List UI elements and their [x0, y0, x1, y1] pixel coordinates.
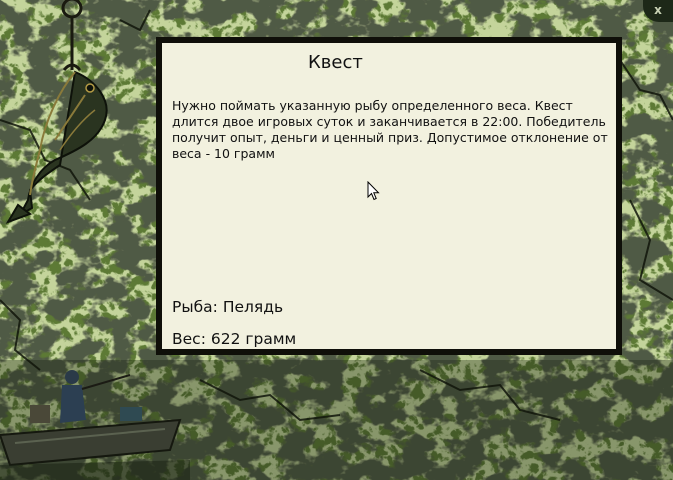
- quest-dialog: Квест Нужно поймать указанную рыбу опред…: [156, 37, 622, 355]
- fisherman-boat-illustration: [0, 370, 190, 480]
- quest-weight-label: Вес:: [172, 330, 206, 348]
- quest-fish-value: Пелядь: [222, 298, 284, 316]
- quest-title: Квест: [308, 52, 363, 73]
- quest-weight-value: 622 грамм: [210, 330, 297, 348]
- quest-description: Нужно поймать указанную рыбу определенно…: [172, 98, 608, 161]
- close-icon[interactable]: x: [654, 3, 662, 17]
- quest-fish-row: Рыба: Пелядь: [172, 298, 283, 316]
- fish-emblem-icon: [5, 0, 108, 224]
- mouse-cursor-icon: [367, 181, 380, 201]
- quest-dialog-body: Квест Нужно поймать указанную рыбу опред…: [162, 43, 616, 349]
- quest-fish-label: Рыба:: [172, 298, 218, 316]
- quest-weight-row: Вес: 622 грамм: [172, 330, 296, 348]
